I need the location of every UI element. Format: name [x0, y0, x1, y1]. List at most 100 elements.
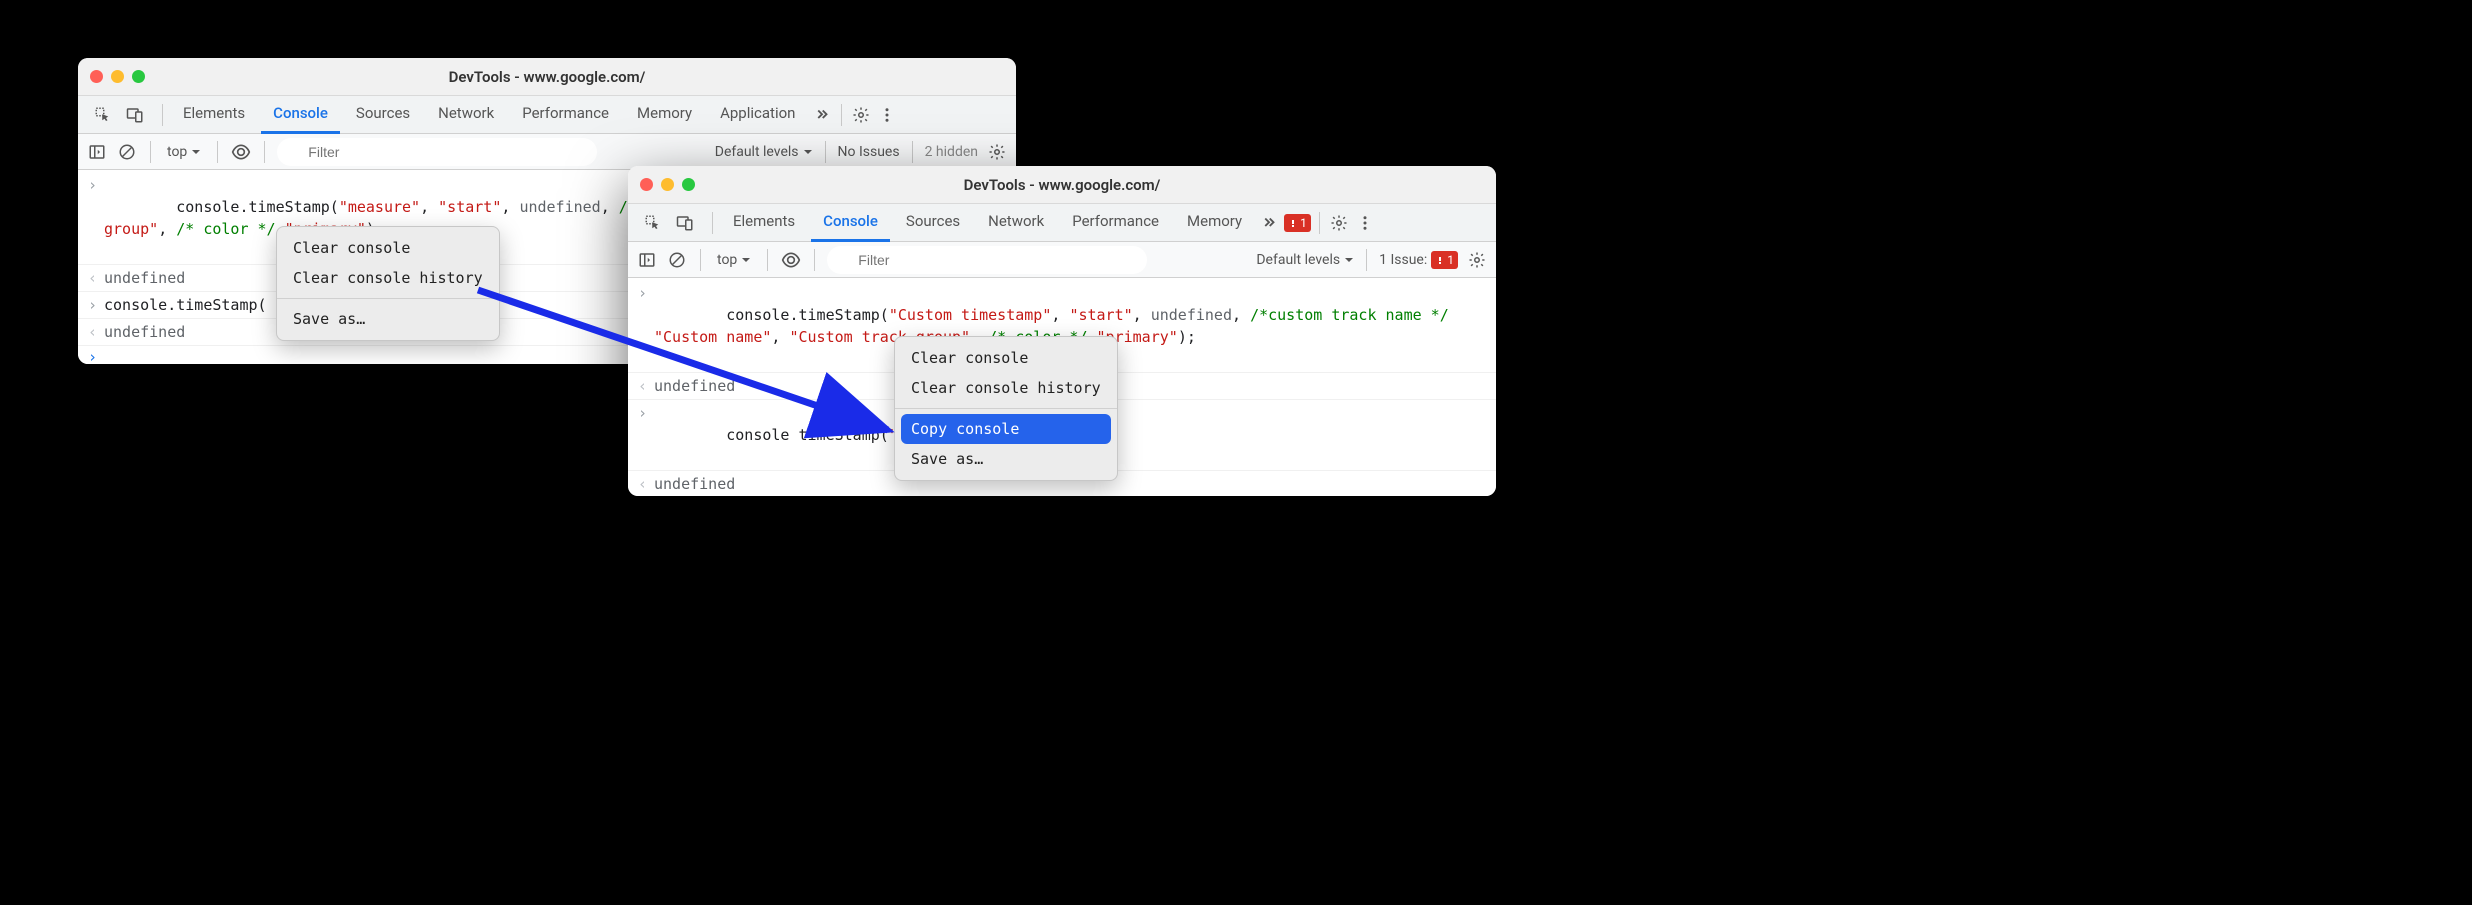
tab-network[interactable]: Network	[426, 96, 506, 134]
console-settings-gear-icon[interactable]	[986, 141, 1008, 163]
chevron-down-icon	[191, 147, 201, 157]
more-menu-icon[interactable]	[876, 104, 898, 126]
tab-memory[interactable]: Memory	[625, 96, 704, 134]
log-levels-select[interactable]: Default levels	[1256, 252, 1354, 268]
code-undefined: undefined	[654, 375, 735, 397]
tab-console[interactable]: Console	[261, 96, 340, 134]
code-string: "measure"	[339, 198, 420, 216]
clear-console-icon[interactable]	[666, 249, 688, 271]
zoom-window-button[interactable]	[682, 178, 695, 191]
divider	[825, 141, 826, 163]
filter-input[interactable]	[827, 246, 1147, 274]
code-text: console.timeStamp(	[104, 294, 267, 316]
output-marker-icon: ‹	[88, 321, 104, 343]
device-toolbar-icon[interactable]	[674, 212, 696, 234]
console-body[interactable]: › console.timeStamp("Custom timestamp", …	[628, 278, 1496, 496]
divider	[264, 141, 265, 163]
input-marker-icon: ›	[88, 174, 104, 196]
code-undefined: undefined	[654, 473, 735, 495]
issues-label[interactable]: 1 Issue: 1	[1379, 251, 1458, 269]
issues-count: 1	[1447, 253, 1454, 267]
issues-label[interactable]: No Issues	[838, 144, 900, 160]
filter-input[interactable]	[277, 138, 597, 166]
tab-sources[interactable]: Sources	[894, 204, 972, 242]
menu-clear-console-history[interactable]: Clear console history	[895, 373, 1117, 403]
close-window-button[interactable]	[90, 70, 103, 83]
minimize-window-button[interactable]	[111, 70, 124, 83]
input-marker-icon: ›	[88, 294, 104, 316]
tab-sources[interactable]: Sources	[344, 96, 422, 134]
code-text: );	[1178, 328, 1196, 346]
minimize-window-button[interactable]	[661, 178, 674, 191]
live-expression-icon[interactable]	[230, 141, 252, 163]
log-levels-select[interactable]: Default levels	[715, 144, 813, 160]
tab-application[interactable]: Application	[708, 96, 807, 134]
divider	[700, 249, 701, 271]
menu-clear-console[interactable]: Clear console	[895, 343, 1117, 373]
code-string: "start"	[438, 198, 501, 216]
settings-gear-icon[interactable]	[850, 104, 872, 126]
input-marker-icon: ›	[638, 402, 654, 424]
issues-text: 1 Issue:	[1379, 252, 1427, 268]
divider	[814, 249, 815, 271]
tab-elements[interactable]: Elements	[171, 96, 257, 134]
code-string: "start"	[1069, 306, 1132, 324]
menu-clear-console-history[interactable]: Clear console history	[277, 263, 499, 293]
console-settings-gear-icon[interactable]	[1466, 249, 1488, 271]
divider	[767, 249, 768, 271]
more-tabs-icon[interactable]	[811, 104, 833, 126]
filter-wrap	[277, 138, 597, 166]
error-badge-icon	[1435, 255, 1445, 265]
clear-console-icon[interactable]	[116, 141, 138, 163]
code-text: console timeStamp(	[726, 426, 889, 444]
tab-elements[interactable]: Elements	[721, 204, 807, 242]
more-menu-icon[interactable]	[1354, 212, 1376, 234]
output-marker-icon: ‹	[638, 375, 654, 397]
tab-memory[interactable]: Memory	[1175, 204, 1254, 242]
tab-network[interactable]: Network	[976, 204, 1056, 242]
divider	[912, 141, 913, 163]
inspect-element-icon[interactable]	[92, 104, 114, 126]
input-marker-icon: ›	[638, 282, 654, 304]
execution-context-select[interactable]: top	[713, 252, 755, 268]
issues-badge: 1	[1431, 251, 1458, 269]
titlebar[interactable]: DevTools - www.google.com/	[78, 58, 1016, 96]
log-levels-label: Default levels	[715, 144, 799, 160]
divider	[150, 141, 151, 163]
tab-console[interactable]: Console	[811, 204, 890, 242]
menu-clear-console[interactable]: Clear console	[277, 233, 499, 263]
window-title: DevTools - www.google.com/	[78, 68, 1016, 86]
code-undefined: undefined	[1151, 306, 1232, 324]
code-undefined: undefined	[519, 198, 600, 216]
device-toolbar-icon[interactable]	[124, 104, 146, 126]
divider	[1366, 249, 1367, 271]
code-comment: /*custom track name */	[1250, 306, 1449, 324]
chevron-down-icon	[803, 147, 813, 157]
titlebar[interactable]: DevTools - www.google.com/	[628, 166, 1496, 204]
close-window-button[interactable]	[640, 178, 653, 191]
error-badge-icon	[1288, 218, 1298, 228]
code-text: console.timeStamp(	[726, 306, 889, 324]
main-tab-bar: Elements Console Sources Network Perform…	[628, 204, 1496, 242]
live-expression-icon[interactable]	[780, 249, 802, 271]
divider	[217, 141, 218, 163]
chevron-down-icon	[741, 255, 751, 265]
context-label: top	[167, 144, 187, 160]
tab-performance[interactable]: Performance	[1060, 204, 1171, 242]
menu-save-as[interactable]: Save as…	[277, 304, 499, 334]
menu-copy-console[interactable]: Copy console	[901, 414, 1111, 444]
more-tabs-icon[interactable]	[1258, 212, 1280, 234]
execution-context-select[interactable]: top	[163, 144, 205, 160]
console-context-menu: Clear console Clear console history Copy…	[894, 336, 1118, 481]
error-badge[interactable]: 1	[1284, 214, 1311, 232]
menu-separator	[895, 408, 1117, 409]
toggle-sidebar-icon[interactable]	[636, 249, 658, 271]
toggle-sidebar-icon[interactable]	[86, 141, 108, 163]
zoom-window-button[interactable]	[132, 70, 145, 83]
traffic-lights	[640, 178, 695, 191]
inspect-element-icon[interactable]	[642, 212, 664, 234]
menu-save-as[interactable]: Save as…	[895, 444, 1117, 474]
hidden-count[interactable]: 2 hidden	[925, 144, 978, 160]
settings-gear-icon[interactable]	[1328, 212, 1350, 234]
tab-performance[interactable]: Performance	[510, 96, 621, 134]
